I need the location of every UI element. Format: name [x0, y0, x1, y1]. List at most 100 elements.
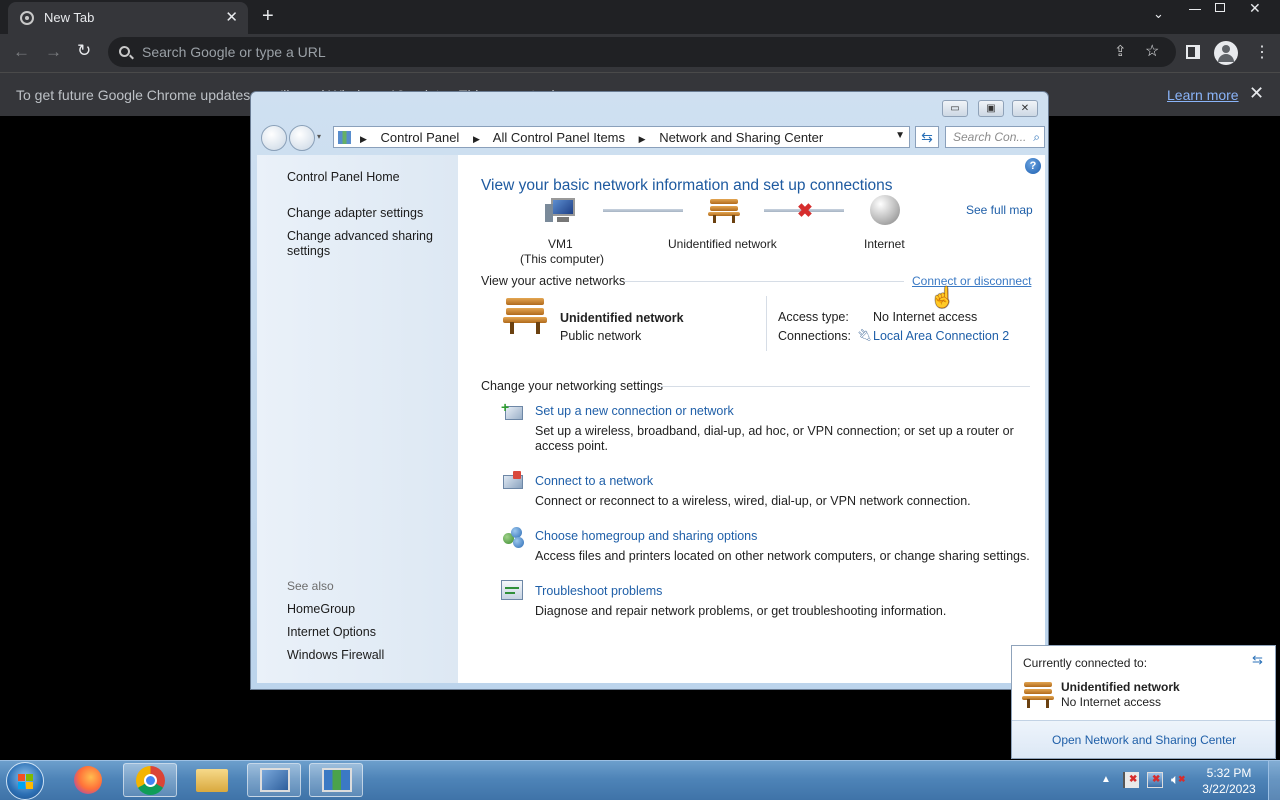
window-maximize-button[interactable]: ▣ [978, 100, 1004, 117]
connect-network-link[interactable]: Connect to a network [535, 474, 653, 488]
internet-options-link[interactable]: Internet Options [287, 625, 376, 639]
chrome-icon [136, 766, 165, 795]
minimize-icon[interactable] [1189, 9, 1201, 10]
start-button[interactable] [6, 762, 44, 800]
folder-icon [196, 769, 228, 792]
troubleshoot-desc: Diagnose and repair network problems, or… [535, 604, 947, 618]
share-icon[interactable]: ⇪ [1114, 42, 1127, 60]
browser-tab[interactable]: New Tab ✕ [8, 2, 248, 34]
address-dropdown-icon[interactable]: ▼ [895, 130, 905, 141]
taskbar-explorer[interactable] [185, 763, 239, 797]
taskbar-clock[interactable]: 5:32 PM 3/22/2023 [1196, 765, 1262, 797]
new-connection-icon: + [501, 400, 525, 423]
close-window-icon[interactable]: ✕ [1249, 0, 1261, 17]
breadcrumb-all-items[interactable]: All Control Panel Items [493, 130, 625, 145]
active-network-type[interactable]: Public network [560, 329, 641, 343]
chrome-favicon-icon [20, 11, 34, 25]
internet-globe-icon [870, 195, 900, 225]
map-computer-name: VM1 [548, 237, 573, 251]
homegroup-sharing-link[interactable]: Choose homegroup and sharing options [535, 529, 757, 543]
infobar-close-icon[interactable]: ✕ [1249, 83, 1264, 104]
new-tab-icon[interactable]: + [262, 5, 274, 28]
profile-avatar-icon[interactable] [1214, 41, 1238, 65]
show-desktop-button[interactable] [1268, 761, 1280, 800]
volume-muted-icon[interactable]: 🔈︎ ✖ [1171, 771, 1186, 788]
connections-label: Connections: [778, 329, 851, 343]
forward-icon[interactable]: → [45, 42, 62, 62]
tab-search-chevron-icon[interactable]: ⌄ [1153, 6, 1164, 22]
flyout-refresh-icon[interactable]: ⇆ [1252, 652, 1263, 668]
side-panel-icon[interactable] [1186, 45, 1200, 59]
explorer-nav-row: ▾ ▶ Control Panel ▶ All Control Panel It… [256, 123, 1045, 153]
homegroup-link[interactable]: HomeGroup [287, 602, 355, 616]
back-icon[interactable]: ← [13, 42, 30, 62]
learn-more-link[interactable]: Learn more [1167, 87, 1239, 103]
hand-cursor-icon: ☝ [930, 287, 955, 309]
sidebar: Control Panel Home Change adapter settin… [257, 155, 458, 683]
bench-network-icon [708, 199, 740, 223]
taskbar-network-center[interactable] [247, 763, 301, 797]
taskbar-firefox[interactable] [61, 763, 115, 797]
control-panel-app-icon [322, 768, 352, 792]
forward-button[interactable] [289, 125, 315, 151]
taskbar-chrome[interactable] [123, 763, 177, 797]
local-area-connection-link[interactable]: Local Area Connection 2 [873, 329, 1009, 343]
chrome-menu-icon[interactable]: ⋮ [1254, 42, 1270, 62]
bookmark-star-icon[interactable]: ☆ [1145, 41, 1159, 61]
connect-network-desc: Connect or reconnect to a wireless, wire… [535, 494, 971, 508]
back-button[interactable] [261, 125, 287, 151]
omnibox[interactable]: Search Google or type a URL ⇪ ☆ [108, 37, 1176, 67]
refresh-button[interactable]: ⇆ [915, 126, 939, 148]
setup-connection-link[interactable]: Set up a new connection or network [535, 404, 734, 418]
reload-icon[interactable]: ↻ [77, 41, 91, 61]
breadcrumb-control-panel[interactable]: Control Panel [381, 130, 460, 145]
window-close-button[interactable]: ✕ [1012, 100, 1038, 117]
firefox-icon [74, 766, 102, 794]
see-full-map-link[interactable]: See full map [966, 203, 1033, 217]
taskbar-control-panel[interactable] [309, 763, 363, 797]
restore-icon[interactable] [1215, 3, 1225, 12]
change-networking-label: Change your networking settings [481, 379, 664, 393]
homegroup-sharing-desc: Access files and printers located on oth… [535, 549, 1030, 563]
active-network-name: Unidentified network [560, 311, 684, 325]
active-network-bench-icon [503, 298, 547, 334]
ethernet-connection-icon: 🔌︎ [857, 328, 873, 342]
breadcrumb-network-sharing[interactable]: Network and Sharing Center [659, 130, 823, 145]
map-network-label: Unidentified network [668, 237, 777, 251]
search-placeholder: Search Con... [953, 130, 1027, 144]
network-computer-icon [260, 768, 290, 792]
search-icon [119, 46, 130, 57]
help-icon[interactable]: ? [1025, 158, 1041, 174]
address-bar[interactable]: ▶ Control Panel ▶ All Control Panel Item… [333, 126, 910, 148]
map-computer-sub: (This computer) [520, 252, 605, 266]
search-icon[interactable]: ⌕ [1033, 130, 1040, 145]
network-sharing-window: ▭ ▣ ✕ ▾ ▶ Control Panel ▶ All Control Pa… [250, 91, 1049, 690]
flyout-footer: Open Network and Sharing Center [1012, 720, 1275, 758]
recent-pages-chevron-icon[interactable]: ▾ [317, 132, 321, 141]
change-adapter-settings-link[interactable]: Change adapter settings [287, 206, 423, 220]
map-link-line [603, 209, 683, 212]
action-center-flag-icon[interactable]: ✖ [1123, 772, 1139, 788]
access-type-label: Access type: [778, 310, 849, 324]
troubleshoot-link[interactable]: Troubleshoot problems [535, 584, 662, 598]
windows-firewall-link[interactable]: Windows Firewall [287, 648, 384, 662]
map-internet-label: Internet [864, 237, 905, 251]
close-tab-icon[interactable]: ✕ [225, 8, 238, 26]
no-connection-x-icon: ✖ [797, 201, 813, 222]
network-tray-icon[interactable]: ✖ [1147, 772, 1163, 788]
control-panel-icon [338, 131, 351, 144]
setup-connection-desc: Set up a wireless, broadband, dial-up, a… [535, 424, 1014, 453]
main-content: ? View your basic network information an… [458, 155, 1045, 683]
window-minimize-button[interactable]: ▭ [942, 100, 968, 117]
open-network-center-link[interactable]: Open Network and Sharing Center [1052, 733, 1236, 747]
clock-date: 3/22/2023 [1202, 782, 1256, 796]
page-heading: View your basic network information and … [481, 177, 893, 194]
show-hidden-icons-chevron[interactable]: ▲ [1101, 774, 1111, 785]
search-box[interactable]: Search Con... ⌕ [945, 126, 1045, 148]
omnibox-placeholder: Search Google or type a URL [142, 44, 326, 60]
troubleshoot-icon [501, 580, 523, 600]
change-advanced-sharing-link[interactable]: Change advanced sharing settings [287, 229, 437, 259]
control-panel-home-link[interactable]: Control Panel Home [287, 170, 400, 184]
flyout-bench-icon [1022, 682, 1054, 708]
connect-network-icon [501, 471, 525, 493]
